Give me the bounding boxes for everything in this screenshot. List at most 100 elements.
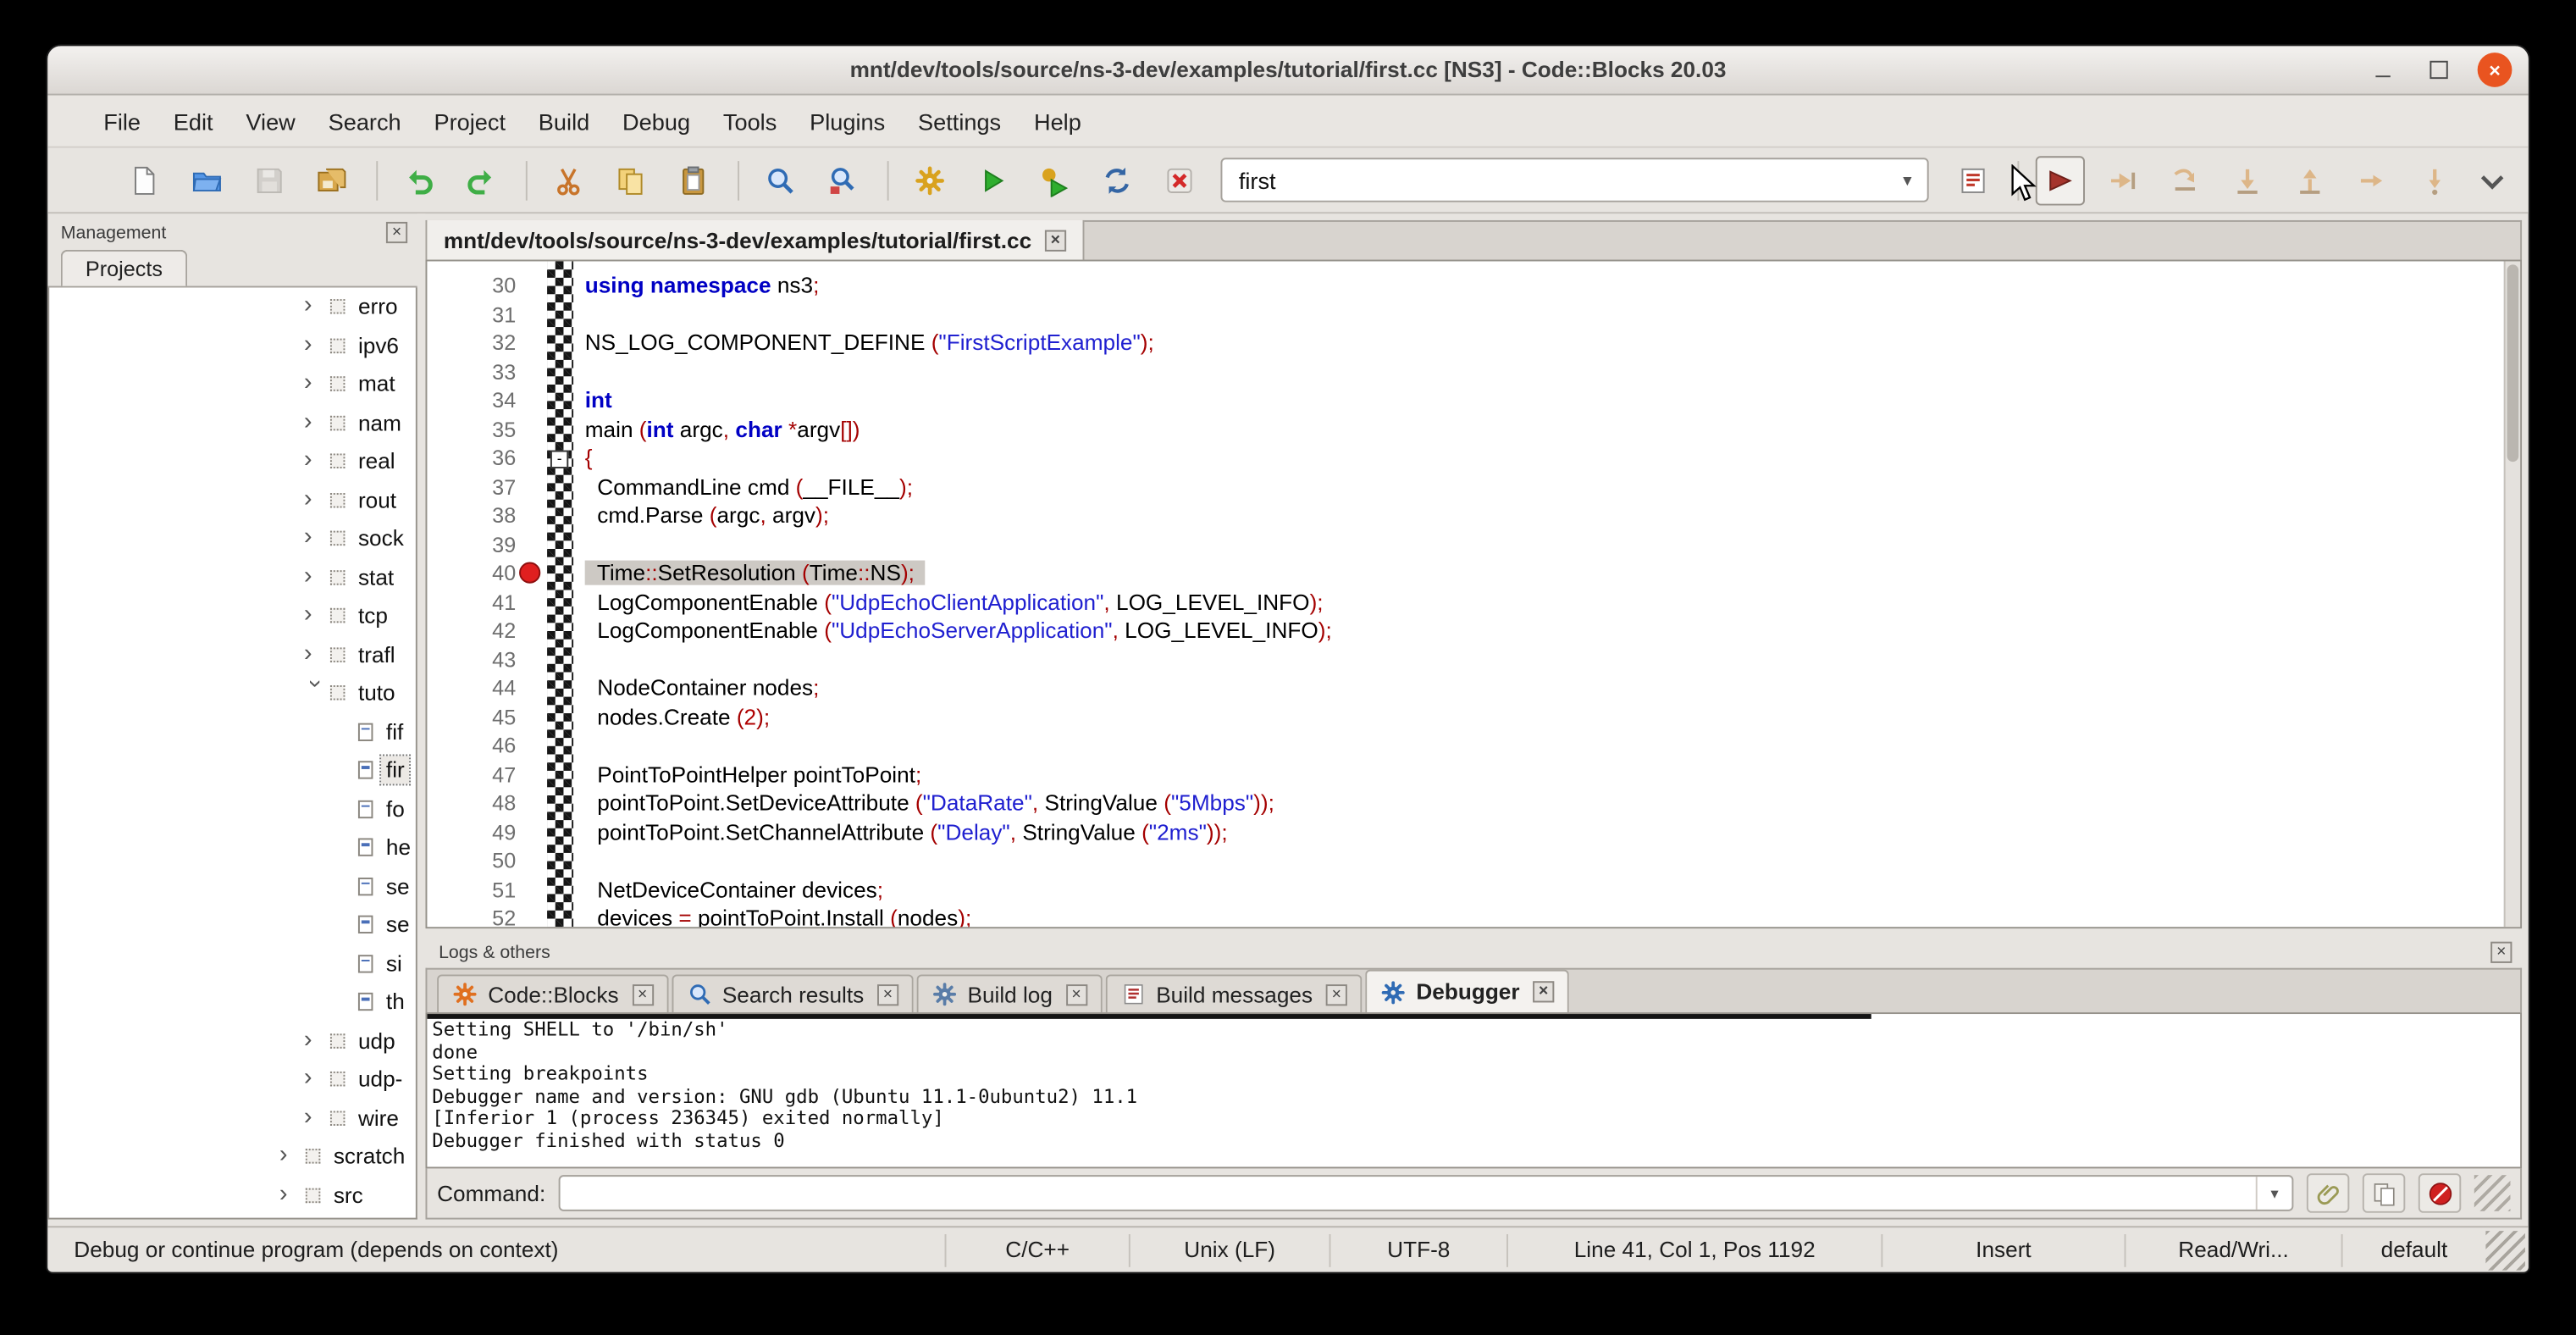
tree-item-scratch[interactable]: ›scratch <box>49 1138 416 1177</box>
code-line-37[interactable]: 37 CommandLine cmd (__FILE__); <box>427 473 2520 501</box>
expand-icon[interactable]: › <box>304 1104 327 1128</box>
step-out-button[interactable] <box>2286 155 2335 204</box>
log-tab-build-messages[interactable]: Build messages× <box>1105 974 1362 1012</box>
code-line-42[interactable]: 42 LogComponentEnable ("UdpEchoServerApp… <box>427 617 2520 645</box>
code-line-49[interactable]: 49 pointToPoint.SetChannelAttribute ("De… <box>427 817 2520 846</box>
paste-button[interactable] <box>669 155 718 204</box>
open-folder-button[interactable] <box>182 155 231 204</box>
menu-project[interactable]: Project <box>417 101 522 141</box>
code-line-48[interactable]: 48 pointToPoint.SetDeviceAttribute ("Dat… <box>427 789 2520 817</box>
code-line-52[interactable]: 52 devices = pointToPoint.Install (nodes… <box>427 904 2520 928</box>
menu-build[interactable]: Build <box>522 101 605 141</box>
log-tab-build-log[interactable]: Build log× <box>916 974 1102 1012</box>
tree-item-udp-[interactable]: ›udp- <box>49 1060 416 1099</box>
resize-grip[interactable] <box>2474 1175 2511 1211</box>
code-line-32[interactable]: 32NS_LOG_COMPONENT_DEFINE ("FirstScriptE… <box>427 329 2520 357</box>
save-all-button[interactable] <box>307 155 357 204</box>
tree-item-si[interactable]: si <box>49 944 416 983</box>
expand-icon[interactable]: › <box>304 524 327 549</box>
tree-item-fo[interactable]: fo <box>49 789 416 828</box>
log-tab-debugger[interactable]: Debugger× <box>1365 970 1569 1012</box>
tree-item-udp[interactable]: ›udp <box>49 1022 416 1061</box>
copy-log-button[interactable] <box>2363 1173 2405 1213</box>
project-tree[interactable]: ›erro›ipv6›mat›nam›real›rout›sock›stat›t… <box>47 288 417 1220</box>
run-button[interactable] <box>968 155 1017 204</box>
tree-item-th[interactable]: th <box>49 983 416 1022</box>
menu-view[interactable]: View <box>229 101 312 141</box>
collapse-icon[interactable]: › <box>303 680 328 703</box>
window-resize-grip[interactable] <box>2485 1230 2525 1270</box>
code-line-38[interactable]: 38 cmd.Parse (argc, argv); <box>427 501 2520 530</box>
next-line-button[interactable] <box>2160 155 2209 204</box>
cut-button[interactable] <box>544 155 593 204</box>
expand-icon[interactable]: › <box>304 293 327 318</box>
tab-close-icon[interactable]: × <box>1045 230 1066 251</box>
tab-close-icon[interactable]: × <box>1533 981 1554 1002</box>
tab-close-icon[interactable]: × <box>1065 983 1086 1005</box>
save-button[interactable] <box>245 155 294 204</box>
expand-icon[interactable]: › <box>304 409 327 434</box>
find-replace-button[interactable] <box>818 155 867 204</box>
maximize-button[interactable] <box>2422 53 2457 87</box>
search-options-button[interactable] <box>1949 155 1998 204</box>
code-line-47[interactable]: 47 PointToPointHelper pointToPoint; <box>427 760 2520 789</box>
expand-icon[interactable]: › <box>304 370 327 395</box>
code-line-34[interactable]: 34int <box>427 386 2520 415</box>
code-line-30[interactable]: 30using namespace ns3; <box>427 271 2520 300</box>
tree-item-fir[interactable]: fir <box>49 751 416 790</box>
titlebar[interactable]: mnt/dev/tools/source/ns-3-dev/examples/t… <box>47 46 2529 95</box>
menu-edit[interactable]: Edit <box>157 101 229 141</box>
menu-search[interactable]: Search <box>312 101 417 141</box>
tree-item-nam[interactable]: ›nam <box>49 403 416 442</box>
stop-debugger-button[interactable] <box>2418 1173 2461 1213</box>
code-line-31[interactable]: 31 <box>427 300 2520 329</box>
expand-icon[interactable]: › <box>304 1027 327 1051</box>
debug-continue-button[interactable] <box>2036 155 2085 204</box>
expand-icon[interactable]: › <box>279 1181 302 1205</box>
tab-close-icon[interactable]: × <box>632 983 653 1005</box>
tree-item-sock[interactable]: ›sock <box>49 519 416 558</box>
toolbar-chevron-button[interactable] <box>2473 158 2512 201</box>
step-into-instruction-button[interactable] <box>2410 155 2459 204</box>
code-line-36[interactable]: 36-{ <box>427 444 2520 473</box>
expand-icon[interactable]: › <box>304 447 327 472</box>
code-line-50[interactable]: 50 <box>427 846 2520 875</box>
build-button[interactable] <box>905 155 954 204</box>
code-line-51[interactable]: 51 NetDeviceContainer devices; <box>427 875 2520 904</box>
find-button[interactable] <box>755 155 804 204</box>
incremental-search-combo[interactable]: first ▼ <box>1220 158 1928 202</box>
expand-icon[interactable]: › <box>304 602 327 627</box>
tree-item-he[interactable]: he <box>49 828 416 867</box>
editor-scrollbar[interactable] <box>2504 261 2520 927</box>
tree-item-tcp[interactable]: ›tcp <box>49 596 416 635</box>
menu-file[interactable]: File <box>87 101 158 141</box>
copy-button[interactable] <box>606 155 655 204</box>
fold-marker-icon[interactable]: - <box>550 451 568 468</box>
code-editor[interactable]: 30using namespace ns3;3132NS_LOG_COMPONE… <box>426 260 2523 929</box>
panel-splitter[interactable] <box>417 213 426 1226</box>
close-button[interactable]: × <box>2478 53 2512 87</box>
new-file-button[interactable] <box>120 155 169 204</box>
log-tab-search-results[interactable]: Search results× <box>672 974 914 1012</box>
command-input[interactable]: ▼ <box>559 1175 2294 1211</box>
management-close-icon[interactable]: × <box>386 222 407 243</box>
code-line-46[interactable]: 46 <box>427 731 2520 760</box>
tree-item-se[interactable]: se <box>49 906 416 944</box>
abort-button[interactable] <box>1155 155 1204 204</box>
logs-close-icon[interactable]: × <box>2490 942 2512 963</box>
tree-item-ipv6[interactable]: ›ipv6 <box>49 326 416 365</box>
menu-plugins[interactable]: Plugins <box>793 101 902 141</box>
code-line-35[interactable]: 35main (int argc, char *argv[]) <box>427 415 2520 444</box>
tree-item-stat[interactable]: ›stat <box>49 558 416 597</box>
run-to-cursor-button[interactable] <box>2098 155 2148 204</box>
expand-icon[interactable]: › <box>304 640 327 665</box>
redo-button[interactable] <box>456 155 506 204</box>
expand-icon[interactable]: › <box>304 331 327 356</box>
log-tab-code-blocks[interactable]: Code::Blocks× <box>437 974 668 1012</box>
attach-button[interactable] <box>2307 1173 2349 1213</box>
chevron-down-icon[interactable]: ▼ <box>2256 1177 2292 1210</box>
menu-help[interactable]: Help <box>1018 101 1098 141</box>
menu-tools[interactable]: Tools <box>706 101 793 141</box>
expand-icon[interactable]: › <box>304 563 327 588</box>
code-line-41[interactable]: 41 LogComponentEnable ("UdpEchoClientApp… <box>427 588 2520 617</box>
